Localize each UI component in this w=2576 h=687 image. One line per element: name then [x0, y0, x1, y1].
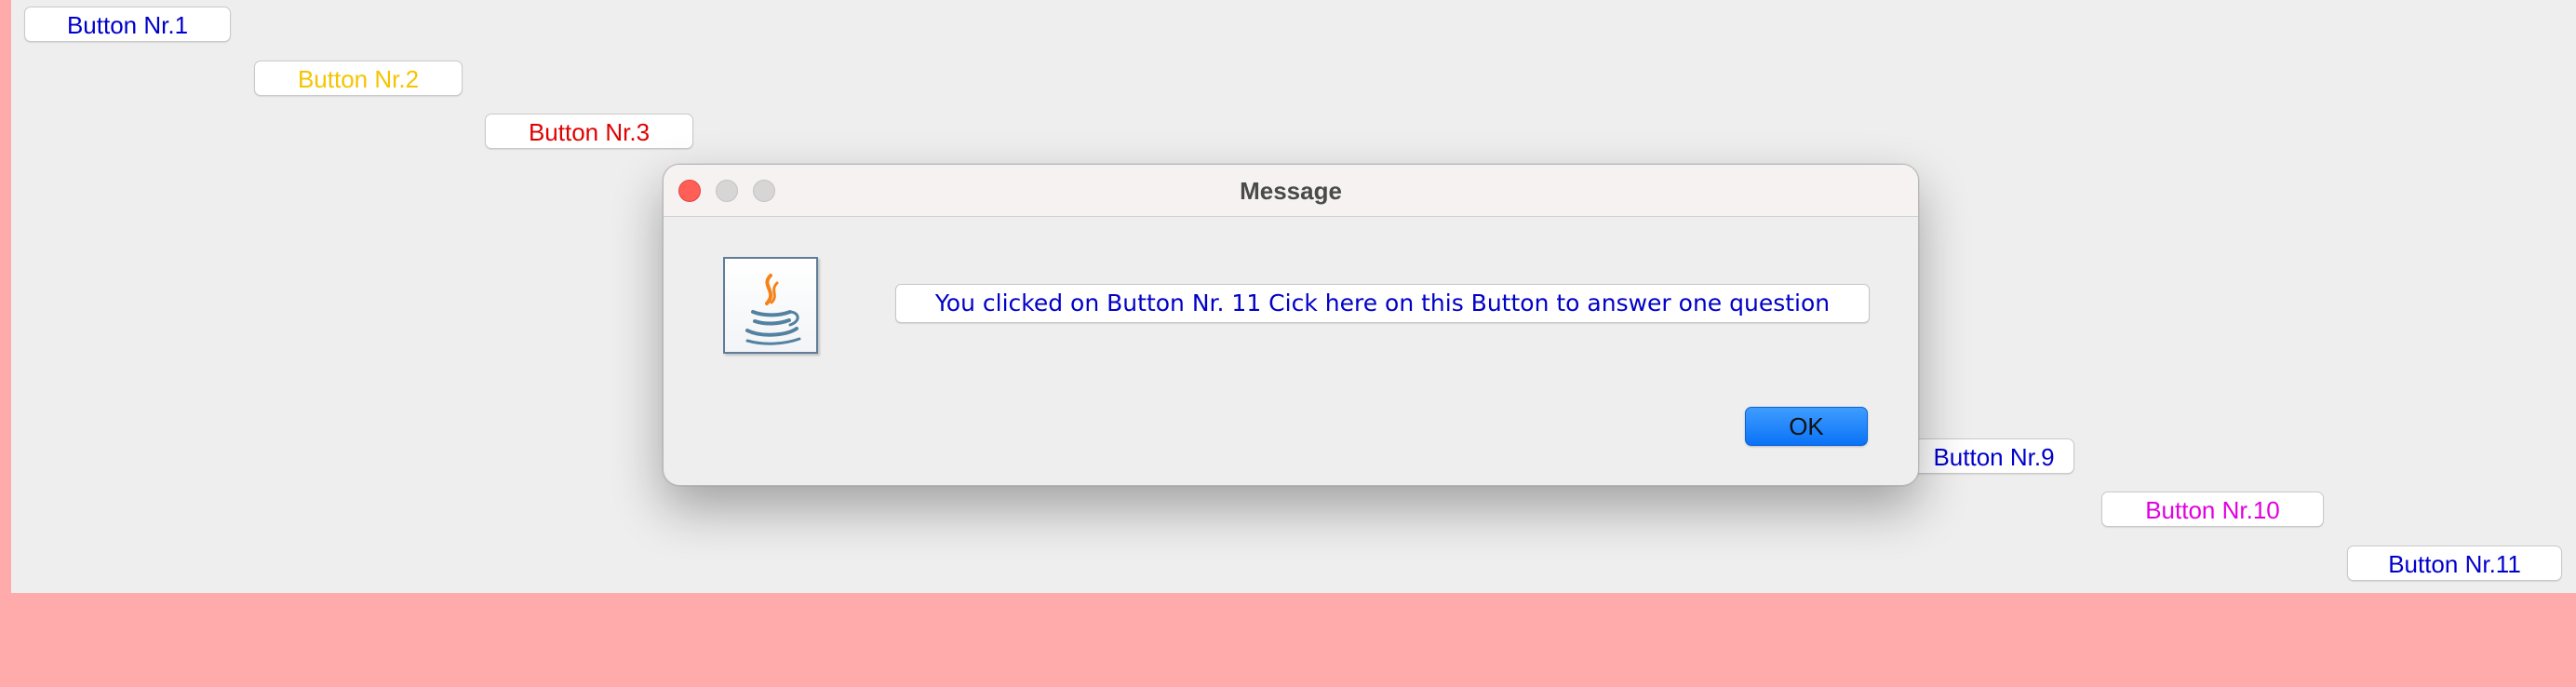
button-3[interactable]: Button Nr.3	[485, 114, 693, 149]
button-10[interactable]: Button Nr.10	[2101, 492, 2324, 527]
java-icon	[723, 257, 818, 354]
button-2[interactable]: Button Nr.2	[254, 61, 463, 96]
button-1[interactable]: Button Nr.1	[24, 7, 231, 42]
button-11[interactable]: Button Nr.11	[2347, 546, 2562, 581]
ok-button[interactable]: OK	[1745, 407, 1868, 446]
message-question-button[interactable]: You clicked on Button Nr. 11 Cick here o…	[895, 284, 1870, 323]
dialog-title: Message	[1240, 177, 1342, 205]
message-dialog: Message You clicked on Button Nr. 11 Cic…	[663, 164, 1919, 486]
dialog-titlebar[interactable]: Message	[664, 165, 1918, 217]
